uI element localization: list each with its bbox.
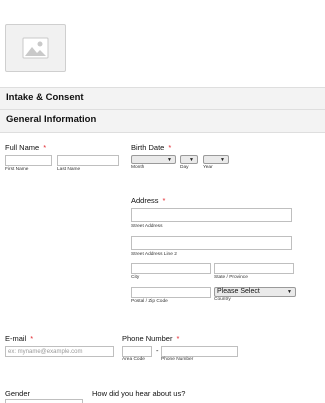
section-header-bar: General Information bbox=[0, 109, 325, 133]
country-select[interactable]: Please Select ▼ bbox=[214, 287, 296, 297]
required-mark: * bbox=[176, 334, 180, 343]
street-address-sublabel: Street Address bbox=[131, 224, 163, 229]
gender-label: Gender bbox=[5, 389, 31, 398]
email-placeholder: ex: myname@example.com bbox=[8, 348, 83, 355]
email-label: E-mail * bbox=[5, 334, 34, 343]
last-name-input[interactable] bbox=[57, 155, 119, 166]
postal-code-input[interactable] bbox=[131, 287, 211, 298]
caret-down-icon: ▼ bbox=[287, 289, 292, 295]
caret-down-icon: ▼ bbox=[220, 157, 225, 163]
form-title: Intake & Consent bbox=[6, 92, 84, 103]
street-address-line2-input[interactable] bbox=[131, 236, 292, 250]
required-mark: * bbox=[30, 334, 34, 343]
required-mark: * bbox=[162, 196, 166, 205]
form-title-bar: Intake & Consent bbox=[0, 87, 325, 111]
country-select-value: Please Select bbox=[217, 288, 260, 295]
street-address-input[interactable] bbox=[131, 208, 292, 222]
logo-placeholder bbox=[5, 24, 66, 72]
state-province-input[interactable] bbox=[214, 263, 294, 274]
city-sublabel: City bbox=[131, 275, 140, 280]
area-code-sublabel: Area Code bbox=[122, 357, 145, 362]
first-name-sublabel: First Name bbox=[5, 167, 29, 172]
image-placeholder-icon bbox=[22, 37, 49, 59]
birth-date-label: Birth Date * bbox=[131, 143, 172, 152]
required-mark: * bbox=[43, 143, 47, 152]
caret-down-icon: ▼ bbox=[167, 157, 172, 163]
full-name-label: Full Name * bbox=[5, 143, 47, 152]
birth-day-select[interactable]: ▼ bbox=[180, 155, 198, 164]
first-name-input[interactable] bbox=[5, 155, 52, 166]
required-mark: * bbox=[168, 143, 172, 152]
email-input[interactable]: ex: myname@example.com bbox=[5, 346, 114, 357]
day-sublabel: Day bbox=[180, 165, 189, 170]
city-input[interactable] bbox=[131, 263, 211, 274]
birth-month-select[interactable]: ▼ bbox=[131, 155, 176, 164]
phone-number-label: Phone Number * bbox=[122, 334, 180, 343]
last-name-sublabel: Last Name bbox=[57, 167, 81, 172]
hear-about-label: How did you hear about us? bbox=[92, 389, 186, 398]
month-sublabel: Month bbox=[131, 165, 145, 170]
phone-number-sublabel: Phone Number bbox=[161, 357, 194, 362]
country-sublabel: Country bbox=[214, 297, 231, 302]
phone-number-input[interactable] bbox=[161, 346, 238, 357]
address-label: Address * bbox=[131, 196, 166, 205]
street-address-line2-sublabel: Street Address Line 2 bbox=[131, 252, 177, 257]
area-code-input[interactable] bbox=[122, 346, 152, 357]
phone-separator: - bbox=[156, 346, 159, 355]
birth-year-select[interactable]: ▼ bbox=[203, 155, 229, 164]
year-sublabel: Year bbox=[203, 165, 213, 170]
caret-down-icon: ▼ bbox=[189, 157, 194, 163]
section-title: General Information bbox=[6, 114, 97, 125]
state-province-sublabel: State / Province bbox=[214, 275, 248, 280]
postal-code-sublabel: Postal / Zip Code bbox=[131, 299, 168, 304]
